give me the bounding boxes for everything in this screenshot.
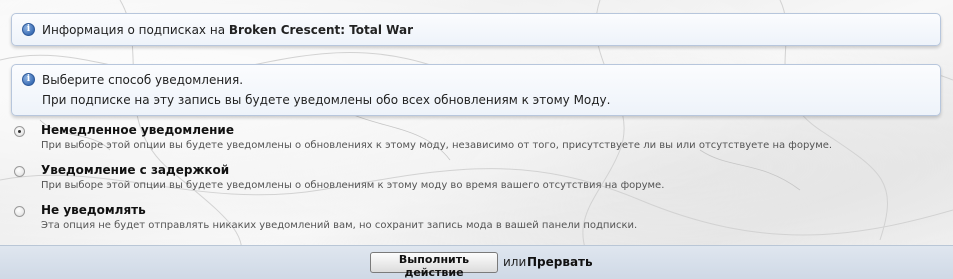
cancel-link[interactable]: Прервать bbox=[527, 255, 593, 269]
radio-no-notify[interactable] bbox=[14, 206, 25, 217]
subscription-info-notice: i Информация о подписках на Broken Cresc… bbox=[11, 13, 941, 46]
info-icon: i bbox=[22, 73, 35, 86]
notice-title: Информация о подписках на Broken Crescen… bbox=[42, 23, 413, 37]
option-description: При выборе этой опции вы будете уведомле… bbox=[41, 140, 833, 151]
option-description: Эта опция не будет отправлять никаких ув… bbox=[41, 220, 638, 231]
or-separator: или bbox=[503, 255, 527, 269]
notification-method-notice: i Выберите способ уведомления. При подпи… bbox=[11, 64, 941, 116]
radio-delayed[interactable] bbox=[14, 166, 25, 177]
info-icon: i bbox=[22, 23, 35, 36]
submit-action-button[interactable]: Выполнить действие bbox=[370, 252, 498, 279]
notice-title-subject: Broken Crescent: Total War bbox=[228, 23, 413, 37]
option-title: Не уведомлять bbox=[41, 203, 146, 217]
action-bar: Выполнить действие или Прервать bbox=[0, 245, 953, 279]
option-title: Уведомление с задержкой bbox=[41, 163, 230, 177]
option-title: Немедленное уведомление bbox=[41, 123, 234, 137]
option-description: При выборе этой опции вы будете уведомле… bbox=[41, 180, 665, 191]
notice-method-description: При подписке на эту запись вы будете уве… bbox=[42, 93, 611, 107]
notice-method-heading: Выберите способ уведомления. bbox=[42, 73, 244, 87]
notice-title-prefix: Информация о подписках на bbox=[42, 23, 226, 37]
radio-immediate[interactable] bbox=[14, 126, 25, 137]
